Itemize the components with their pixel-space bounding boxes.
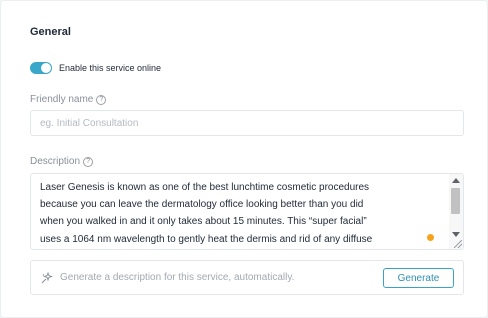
vertical-scrollbar[interactable] — [449, 174, 463, 249]
help-icon[interactable]: ? — [83, 156, 94, 167]
sparkle-icon — [41, 272, 53, 284]
description-textarea[interactable]: Laser Genesis is known as one of the bes… — [30, 173, 464, 250]
generate-button[interactable]: Generate — [383, 268, 454, 288]
scroll-up-arrow-icon[interactable] — [452, 178, 460, 183]
help-icon[interactable]: ? — [96, 94, 107, 105]
scroll-down-arrow-icon[interactable] — [452, 232, 460, 237]
description-line: when you walked in and it only takes abo… — [40, 216, 367, 228]
description-label-row: Description ? — [30, 156, 94, 167]
friendly-name-label-row: Friendly name ? — [30, 94, 107, 105]
friendly-name-input[interactable] — [30, 110, 464, 136]
description-line: uses a 1064 nm wavelength to gently heat… — [40, 233, 373, 245]
generate-prompt-text: Generate a description for this service,… — [60, 272, 295, 283]
description-label: Description — [30, 156, 81, 167]
online-toggle-row: Enable this service online — [30, 62, 161, 74]
section-title: General — [30, 26, 71, 38]
resize-handle-icon[interactable] — [454, 240, 462, 248]
service-settings-card: General Enable this service online Frien… — [0, 0, 488, 318]
description-line: because you can leave the dermatology of… — [40, 199, 364, 211]
enable-online-toggle[interactable] — [30, 62, 52, 74]
description-line: Laser Genesis is known as one of the bes… — [40, 182, 370, 193]
enable-online-label: Enable this service online — [59, 63, 162, 73]
description-text: Laser Genesis is known as one of the bes… — [40, 179, 442, 248]
toggle-knob — [41, 63, 51, 73]
status-dot — [427, 234, 434, 241]
ai-generate-bar: Generate a description for this service,… — [30, 260, 464, 295]
friendly-name-label: Friendly name — [30, 94, 94, 105]
scrollbar-thumb[interactable] — [451, 188, 460, 214]
